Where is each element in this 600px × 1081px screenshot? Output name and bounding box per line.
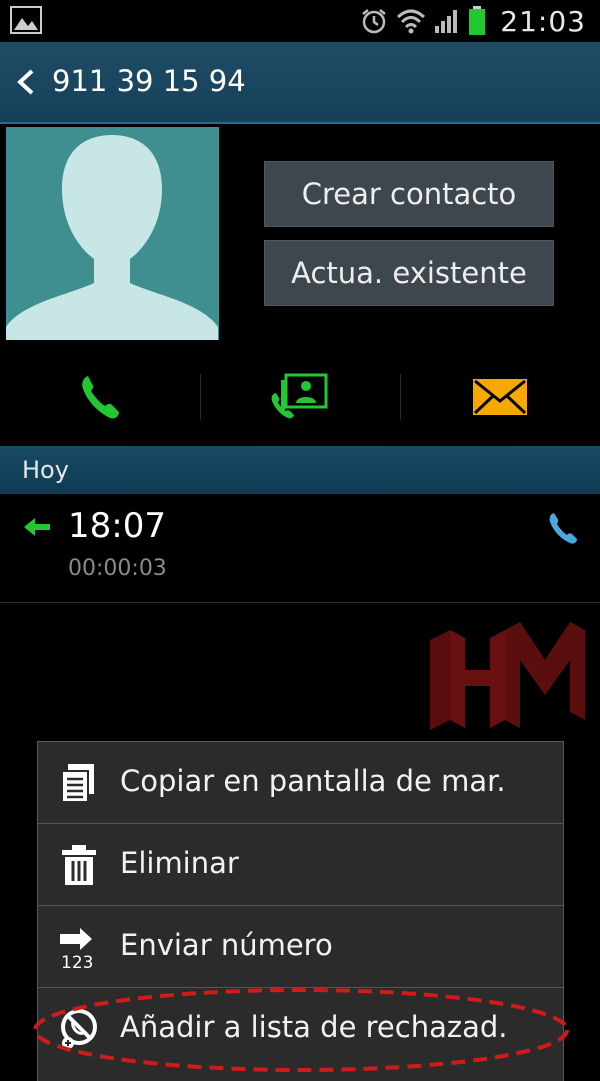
gallery-icon	[10, 6, 42, 34]
call-button[interactable]	[0, 360, 200, 434]
video-call-button[interactable]	[200, 360, 400, 434]
incoming-call-arrow-icon	[24, 518, 50, 536]
video-call-icon	[271, 373, 328, 419]
avatar-icon	[6, 135, 218, 340]
menu-item-delete[interactable]: Eliminar	[38, 824, 563, 905]
message-icon	[473, 379, 527, 415]
menu-item-label: Enviar número	[120, 928, 333, 962]
watermark-logo	[430, 622, 585, 730]
status-time: 21:03	[500, 4, 586, 38]
menu-item-label: Copiar en pantalla de mar.	[120, 764, 506, 798]
menu-item-send-number[interactable]: 123 Enviar número	[38, 906, 563, 987]
contact-photo[interactable]	[6, 127, 219, 340]
trash-icon	[62, 845, 96, 885]
section-label: Hoy	[22, 456, 69, 484]
page-title: 911 39 15 94	[52, 64, 246, 98]
message-button[interactable]	[400, 360, 600, 434]
alarm-icon	[362, 9, 387, 34]
wifi-icon	[397, 9, 426, 34]
highlight-ellipse	[33, 988, 569, 1072]
menu-item-copy[interactable]: Copiar en pantalla de mar.	[38, 742, 563, 823]
svg-text:123: 123	[61, 953, 93, 973]
battery-icon	[469, 6, 486, 35]
update-existing-button[interactable]: Actua. existente	[264, 240, 554, 306]
back-icon[interactable]	[14, 68, 38, 96]
call-icon	[82, 376, 119, 419]
action-bar: 911 39 15 94	[0, 42, 600, 124]
status-icons: 21:03	[360, 2, 586, 40]
call-duration: 00:00:03	[68, 556, 167, 581]
phone-icon	[549, 513, 577, 544]
section-header: Hoy	[0, 446, 600, 494]
send-number-icon: 123	[60, 928, 93, 973]
menu-item-label: Eliminar	[120, 846, 239, 880]
create-contact-button[interactable]: Crear contacto	[264, 161, 554, 227]
copy-icon	[61, 764, 94, 803]
signal-icon	[435, 10, 458, 33]
call-time: 18:07	[68, 506, 166, 546]
status-bar: 21:03	[0, 0, 600, 42]
